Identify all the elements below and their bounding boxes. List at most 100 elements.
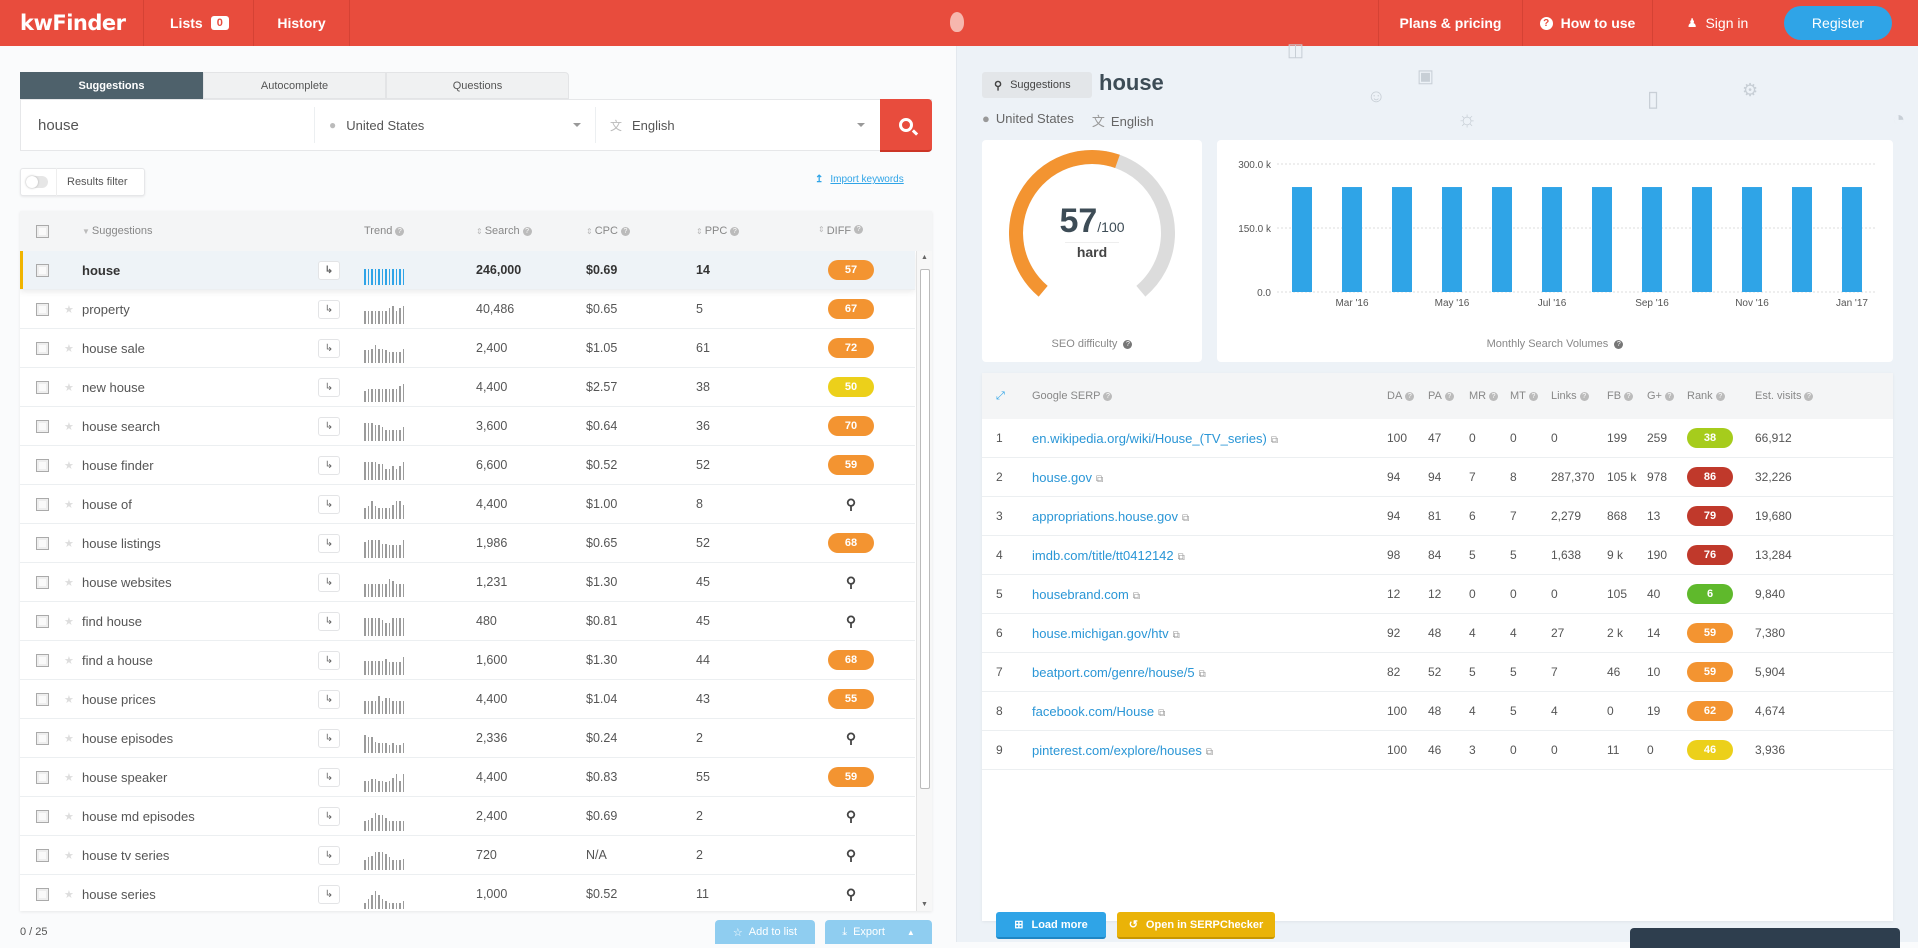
search-button[interactable] [880,99,932,152]
keyword-row[interactable]: ★ house prices ↳ 4,400 $1.04 43 55 [20,680,915,719]
row-checkbox[interactable] [35,341,49,355]
keyword-row[interactable]: ★ find house ↳ 480 $0.81 45 ⚲ [20,602,915,641]
row-checkbox[interactable] [35,887,49,901]
search-keyword-arrow-button[interactable]: ↳ [318,728,340,748]
search-keyword-arrow-button[interactable]: ↳ [318,416,340,436]
load-more-button[interactable]: ⊞ Load more [996,912,1106,939]
search-keyword-arrow-button[interactable]: ↳ [318,611,340,631]
results-filter-toggle[interactable]: Results filter [20,168,145,196]
bar-apr-16[interactable] [1392,187,1412,292]
tab-questions[interactable]: Questions [386,72,569,99]
serp-url-link[interactable]: housebrand.com ⧉ [1032,587,1387,602]
help-icon[interactable]: ? [395,227,405,236]
nav-plans-pricing[interactable]: Plans & pricing [1378,0,1522,46]
nav-history[interactable]: History [254,0,350,46]
nav-how-to-use[interactable]: ? How to use [1522,0,1652,46]
header-ppc[interactable]: ⇕ PPC? [696,225,806,237]
check-difficulty-search-icon[interactable]: ⚲ [846,847,856,864]
keyword-input[interactable] [21,107,315,143]
search-keyword-arrow-button[interactable]: ↳ [318,572,340,592]
serp-url-link[interactable]: appropriations.house.gov ⧉ [1032,509,1387,524]
row-checkbox[interactable] [35,614,49,628]
row-checkbox[interactable] [35,458,49,472]
tab-suggestions[interactable]: Suggestions [20,72,203,99]
bar-may-16[interactable] [1442,187,1462,292]
export-button[interactable]: ⤓ Export ▲ [825,920,932,944]
table-scrollbar[interactable]: ▲ ▼ [916,251,932,911]
bar-jul-16[interactable] [1542,187,1562,292]
favorite-star-icon[interactable]: ★ [64,693,82,706]
kwfinder-logo[interactable]: kwFinder [0,0,144,46]
scrollbar-thumb[interactable] [920,269,930,789]
language-select[interactable]: 文 English [596,107,879,143]
notification-toast[interactable] [1630,928,1900,948]
serp-url-link[interactable]: beatport.com/genre/house/5 ⧉ [1032,665,1387,680]
serp-url-link[interactable]: pinterest.com/explore/houses ⧉ [1032,743,1387,758]
help-icon[interactable]: ? [522,227,532,236]
keyword-row[interactable]: ★ house speaker ↳ 4,400 $0.83 55 59 [20,758,915,797]
row-checkbox[interactable] [35,497,49,511]
keyword-row[interactable]: ★ house listings ↳ 1,986 $0.65 52 68 [20,524,915,563]
help-icon[interactable]: ? [1489,392,1499,401]
keyword-row[interactable]: ★ house sale ↳ 2,400 $1.05 61 72 [20,329,915,368]
serp-url-link[interactable]: en.wikipedia.org/wiki/House_(TV_series) ⧉ [1032,431,1387,446]
favorite-star-icon[interactable]: ★ [64,303,82,316]
search-keyword-arrow-button[interactable]: ↳ [318,767,340,787]
help-icon[interactable]: ? [1715,392,1725,401]
search-keyword-arrow-button[interactable]: ↳ [318,377,340,397]
bar-sep-16[interactable] [1642,187,1662,292]
help-icon[interactable]: ? [620,227,630,236]
bar-nov-16[interactable] [1742,187,1762,292]
favorite-star-icon[interactable]: ★ [64,615,82,628]
keyword-row[interactable]: ★ house of ↳ 4,400 $1.00 8 ⚲ [20,485,915,524]
search-keyword-arrow-button[interactable]: ↳ [318,299,340,319]
help-icon[interactable]: ? [1624,392,1634,401]
search-keyword-arrow-button[interactable]: ↳ [318,533,340,553]
favorite-star-icon[interactable]: ★ [64,537,82,550]
register-button[interactable]: Register [1784,6,1892,40]
favorite-star-icon[interactable]: ★ [64,810,82,823]
row-checkbox[interactable] [35,380,49,394]
favorite-star-icon[interactable]: ★ [64,888,82,901]
help-icon[interactable]: ? [1664,392,1674,401]
keyword-row[interactable]: ★ new house ↳ 4,400 $2.57 38 50 [20,368,915,407]
search-keyword-arrow-button[interactable]: ↳ [318,845,340,865]
row-checkbox[interactable] [35,302,49,316]
serp-url-link[interactable]: house.michigan.gov/htv ⧉ [1032,626,1387,641]
check-difficulty-search-icon[interactable]: ⚲ [846,574,856,591]
row-checkbox[interactable] [35,848,49,862]
bar-aug-16[interactable] [1592,187,1612,292]
serp-url-link[interactable]: imdb.com/title/tt0412142 ⧉ [1032,548,1387,563]
open-in-serpchecker-button[interactable]: ↺ Open in SERPChecker [1117,912,1275,939]
bar-jun-16[interactable] [1492,187,1512,292]
help-icon[interactable]: ? [854,225,864,234]
check-difficulty-search-icon[interactable]: ⚲ [846,613,856,630]
keyword-row[interactable]: ★ house series ↳ 1,000 $0.52 11 ⚲ [20,875,915,911]
help-icon[interactable]: ? [730,227,740,236]
help-icon[interactable]: ? [1528,392,1538,401]
toggle-switch[interactable] [26,176,48,188]
favorite-star-icon[interactable]: ★ [64,459,82,472]
search-keyword-arrow-button[interactable]: ↳ [318,884,340,904]
bar-mar-16[interactable] [1342,187,1362,292]
add-to-list-button[interactable]: ☆ Add to list [715,920,815,944]
favorite-star-icon[interactable]: ★ [64,576,82,589]
help-icon[interactable]: ? [1123,340,1133,349]
search-keyword-arrow-button[interactable]: ↳ [318,806,340,826]
keyword-row[interactable]: ★ property ↳ 40,486 $0.65 5 67 [20,290,915,329]
scroll-up-arrow-icon[interactable]: ▲ [921,254,928,261]
keyword-row[interactable]: ★ house search ↳ 3,600 $0.64 36 70 [20,407,915,446]
favorite-star-icon[interactable]: ★ [64,498,82,511]
favorite-star-icon[interactable]: ★ [64,342,82,355]
help-icon[interactable]: ? [1444,392,1454,401]
bar-feb-16[interactable] [1292,187,1312,292]
help-icon[interactable]: ? [1405,392,1415,401]
location-select[interactable]: ● United States [315,107,596,143]
keyword-row[interactable]: ★ house websites ↳ 1,231 $1.30 45 ⚲ [20,563,915,602]
row-checkbox[interactable] [35,692,49,706]
help-icon[interactable]: ? [1804,392,1814,401]
check-difficulty-search-icon[interactable]: ⚲ [846,808,856,825]
favorite-star-icon[interactable]: ★ [64,654,82,667]
search-keyword-arrow-button[interactable]: ↳ [318,689,340,709]
search-keyword-arrow-button[interactable]: ↳ [318,455,340,475]
